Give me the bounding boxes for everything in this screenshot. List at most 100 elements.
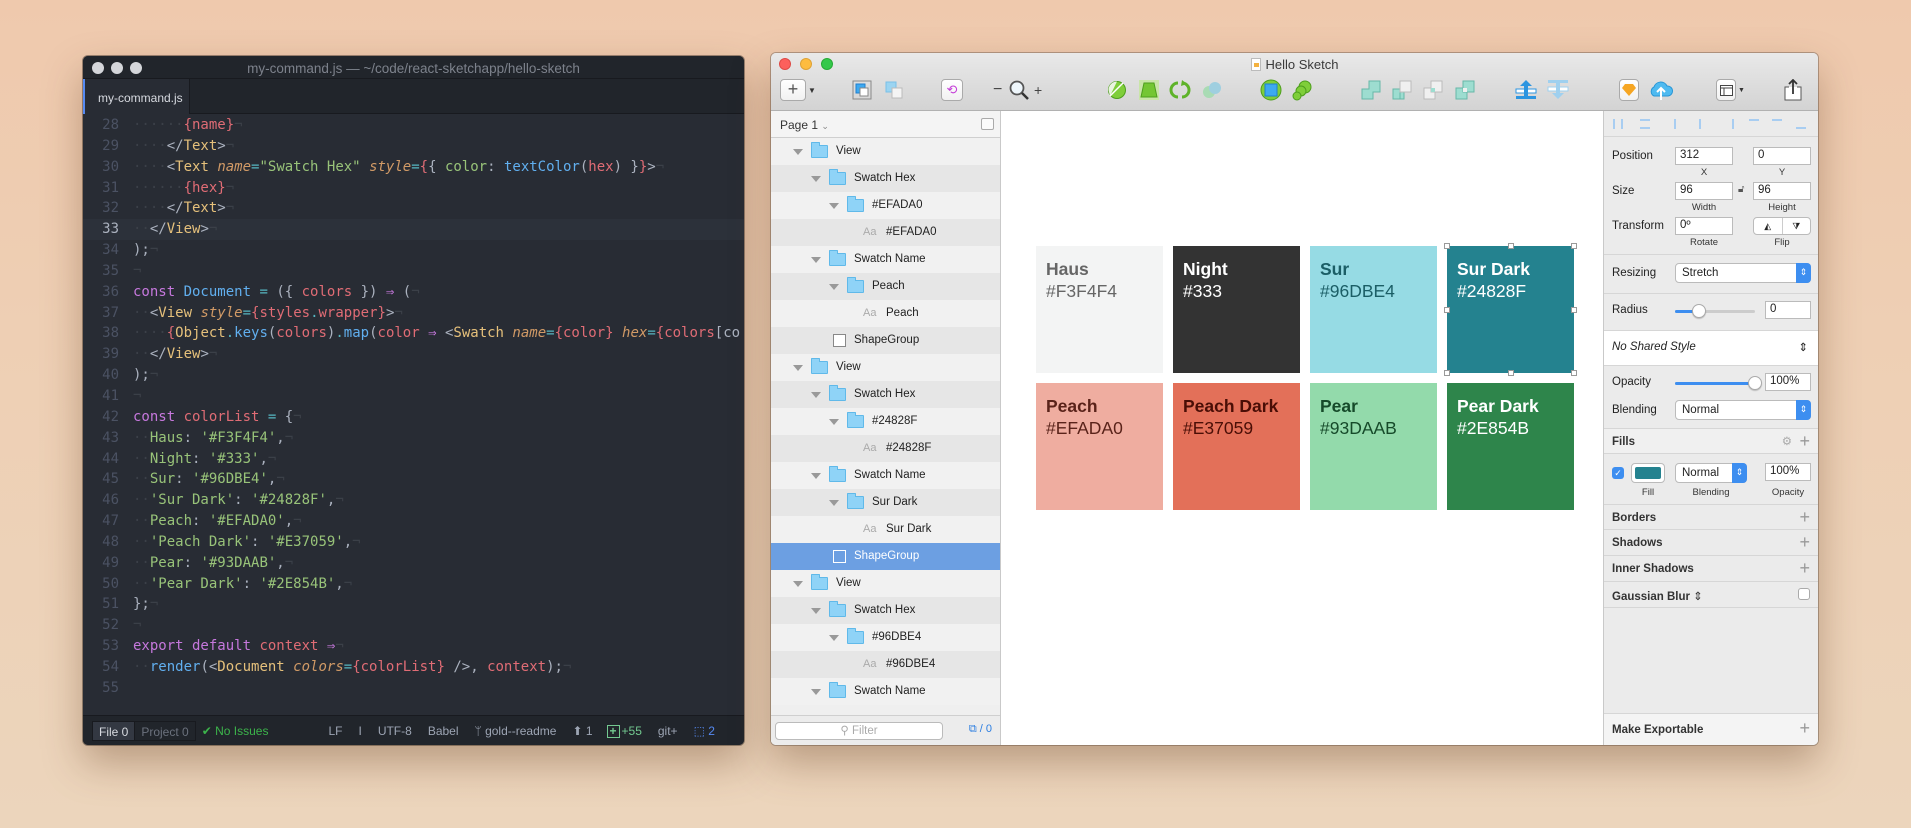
- radius-slider[interactable]: [1675, 304, 1755, 318]
- transform-button[interactable]: [1139, 79, 1159, 101]
- fill-color-well[interactable]: [1631, 463, 1665, 483]
- code-line[interactable]: 46 ··'Sur Dark': '#24828F',¬: [83, 490, 744, 511]
- subtract-button[interactable]: [1391, 79, 1413, 101]
- blending-select[interactable]: Normal ⇕: [1675, 400, 1811, 420]
- selection-handle[interactable]: [1444, 306, 1450, 313]
- layer-row[interactable]: View: [771, 138, 1000, 165]
- create-symbol-button[interactable]: ⟲: [941, 79, 963, 101]
- position-x-input[interactable]: 312: [1675, 147, 1733, 165]
- color-swatch[interactable]: Haus #F3F4F4: [1036, 246, 1163, 373]
- disclosure-triangle-icon[interactable]: [811, 392, 821, 398]
- scale-button[interactable]: [1291, 79, 1313, 101]
- code-line[interactable]: 47 ··Peach: '#EFADA0',¬: [83, 511, 744, 532]
- git-ahead[interactable]: ⬆ 1: [572, 724, 592, 738]
- code-line[interactable]: 32 ····</Text>¬: [83, 198, 744, 219]
- code-line[interactable]: 29 ····</Text>¬: [83, 136, 744, 157]
- width-input[interactable]: 96: [1675, 182, 1733, 200]
- add-export-icon[interactable]: +: [1799, 718, 1810, 739]
- layer-row[interactable]: Aa Peach: [771, 300, 1000, 327]
- radius-input[interactable]: 0: [1765, 301, 1811, 319]
- export-button[interactable]: [1784, 79, 1802, 101]
- mirror-button[interactable]: [1619, 79, 1639, 101]
- code-line[interactable]: 30 ····<Text name="Swatch Hex" style={{ c…: [83, 157, 744, 178]
- code-line[interactable]: 41 ¬: [83, 386, 744, 407]
- zoom-in-button[interactable]: +: [1034, 79, 1042, 101]
- selection-handle[interactable]: [1571, 306, 1577, 313]
- layer-list[interactable]: View Swatch Hex #EFADA0 Aa #EFADA0 Swatch Nam…: [771, 138, 1000, 715]
- color-swatch[interactable]: Peach Dark #E37059: [1173, 383, 1300, 510]
- rotate-button[interactable]: [1169, 79, 1191, 101]
- align-top-icon[interactable]: [1749, 119, 1759, 129]
- intersect-button[interactable]: [1422, 79, 1444, 101]
- canvas[interactable]: Haus #F3F4F4 Night #333 Sur #96DBE4 Sur Dark #2…: [1001, 111, 1603, 745]
- code-line[interactable]: 51};¬: [83, 594, 744, 615]
- difference-button[interactable]: [1454, 79, 1476, 101]
- code-line[interactable]: 43 ··Haus: '#F3F4F4',¬: [83, 428, 744, 449]
- code-line[interactable]: 49 ··Pear: '#93DAAB',¬: [83, 553, 744, 574]
- cloud-button[interactable]: [1648, 79, 1674, 101]
- code-line[interactable]: 37 ··<View style={styles.wrapper}>¬: [83, 303, 744, 324]
- disclosure-triangle-icon[interactable]: [829, 284, 839, 290]
- disclosure-triangle-icon[interactable]: [829, 419, 839, 425]
- layer-row[interactable]: #EFADA0: [771, 192, 1000, 219]
- color-swatch[interactable]: Sur #96DBE4: [1310, 246, 1437, 373]
- lock-icon[interactable]: 🔓︎: [1738, 184, 1744, 195]
- selection-handle[interactable]: [1444, 370, 1450, 376]
- layer-row[interactable]: #24828F: [771, 408, 1000, 435]
- layer-row[interactable]: Peach: [771, 273, 1000, 300]
- ungroup-button[interactable]: [883, 79, 905, 101]
- align-left-icon[interactable]: [1674, 119, 1684, 129]
- zoom-magnifier[interactable]: [1008, 79, 1030, 101]
- selection-handle[interactable]: [1571, 370, 1577, 376]
- layer-row[interactable]: Swatch Name: [771, 462, 1000, 489]
- code-line[interactable]: 35 ¬: [83, 261, 744, 282]
- layer-row[interactable]: Swatch Name: [771, 678, 1000, 705]
- code-line[interactable]: 38 ····{Object.keys(colors).map(color ⇒ <…: [83, 323, 744, 344]
- layer-row[interactable]: Aa #96DBE4: [771, 651, 1000, 678]
- opacity-slider[interactable]: [1675, 376, 1762, 390]
- fill-blending-select[interactable]: Normal ⇕: [1675, 463, 1747, 483]
- filter-options[interactable]: ⧉ / 0: [969, 723, 992, 736]
- layer-row[interactable]: Aa #24828F: [771, 435, 1000, 462]
- color-swatch[interactable]: Sur Dark #24828F: [1447, 246, 1574, 373]
- layer-row[interactable]: Swatch Name: [771, 246, 1000, 273]
- filter-input[interactable]: ⚲ Filter: [775, 722, 943, 740]
- layer-row[interactable]: Aa Sur Dark: [771, 516, 1000, 543]
- disclosure-triangle-icon[interactable]: [829, 635, 839, 641]
- packages[interactable]: ⬚ 2: [694, 724, 715, 738]
- make-exportable-section[interactable]: Make Exportable +: [1604, 713, 1818, 745]
- code-line[interactable]: 28 ······{name}¬: [83, 115, 744, 136]
- code-line[interactable]: 52 ¬: [83, 615, 744, 636]
- code-line[interactable]: 39 ··</View>¬: [83, 344, 744, 365]
- distribute-vertical-icon[interactable]: [1640, 119, 1650, 129]
- union-button[interactable]: [1360, 79, 1382, 101]
- align-center-icon[interactable]: [1699, 119, 1709, 129]
- code-line[interactable]: 55: [83, 678, 744, 699]
- code-line[interactable]: 36 const Document = ({ colors }) ⇒ (¬: [83, 282, 744, 303]
- code-line[interactable]: 34);¬: [83, 240, 744, 261]
- code-line[interactable]: 31 ······{hex}¬: [83, 178, 744, 199]
- code-line[interactable]: 53 export default context ⇒¬: [83, 636, 744, 657]
- selection-handle[interactable]: [1571, 243, 1577, 249]
- opacity-input[interactable]: 100%: [1765, 373, 1811, 391]
- git-added[interactable]: + +55: [606, 724, 642, 738]
- zoom-out-button[interactable]: −: [993, 79, 1002, 101]
- opacity-slider-knob[interactable]: [1748, 376, 1762, 390]
- forward-button[interactable]: [1515, 79, 1537, 101]
- fill-enabled-checkbox[interactable]: ✓: [1612, 467, 1624, 479]
- code-line[interactable]: 54 ··render(<Document colors={colorList} …: [83, 657, 744, 678]
- file-issues-tab[interactable]: File 0: [92, 720, 136, 741]
- layer-row[interactable]: Swatch Hex: [771, 381, 1000, 408]
- tab-my-command[interactable]: my-command.js: [83, 79, 190, 114]
- stepper-icon[interactable]: ⇕: [1693, 591, 1703, 603]
- rotate-input[interactable]: 0º: [1675, 217, 1733, 235]
- color-swatch[interactable]: Night #333: [1173, 246, 1300, 373]
- project-issues-tab[interactable]: Project 0: [135, 720, 196, 741]
- disclosure-triangle-icon[interactable]: [811, 608, 821, 614]
- mask-button[interactable]: [1260, 79, 1282, 101]
- selection-handle[interactable]: [1444, 243, 1450, 249]
- height-input[interactable]: 96: [1753, 182, 1811, 200]
- disclosure-triangle-icon[interactable]: [829, 203, 839, 209]
- color-swatch[interactable]: Pear Dark #2E854B: [1447, 383, 1574, 510]
- git-branch[interactable]: ᛘ gold--readme: [475, 724, 557, 738]
